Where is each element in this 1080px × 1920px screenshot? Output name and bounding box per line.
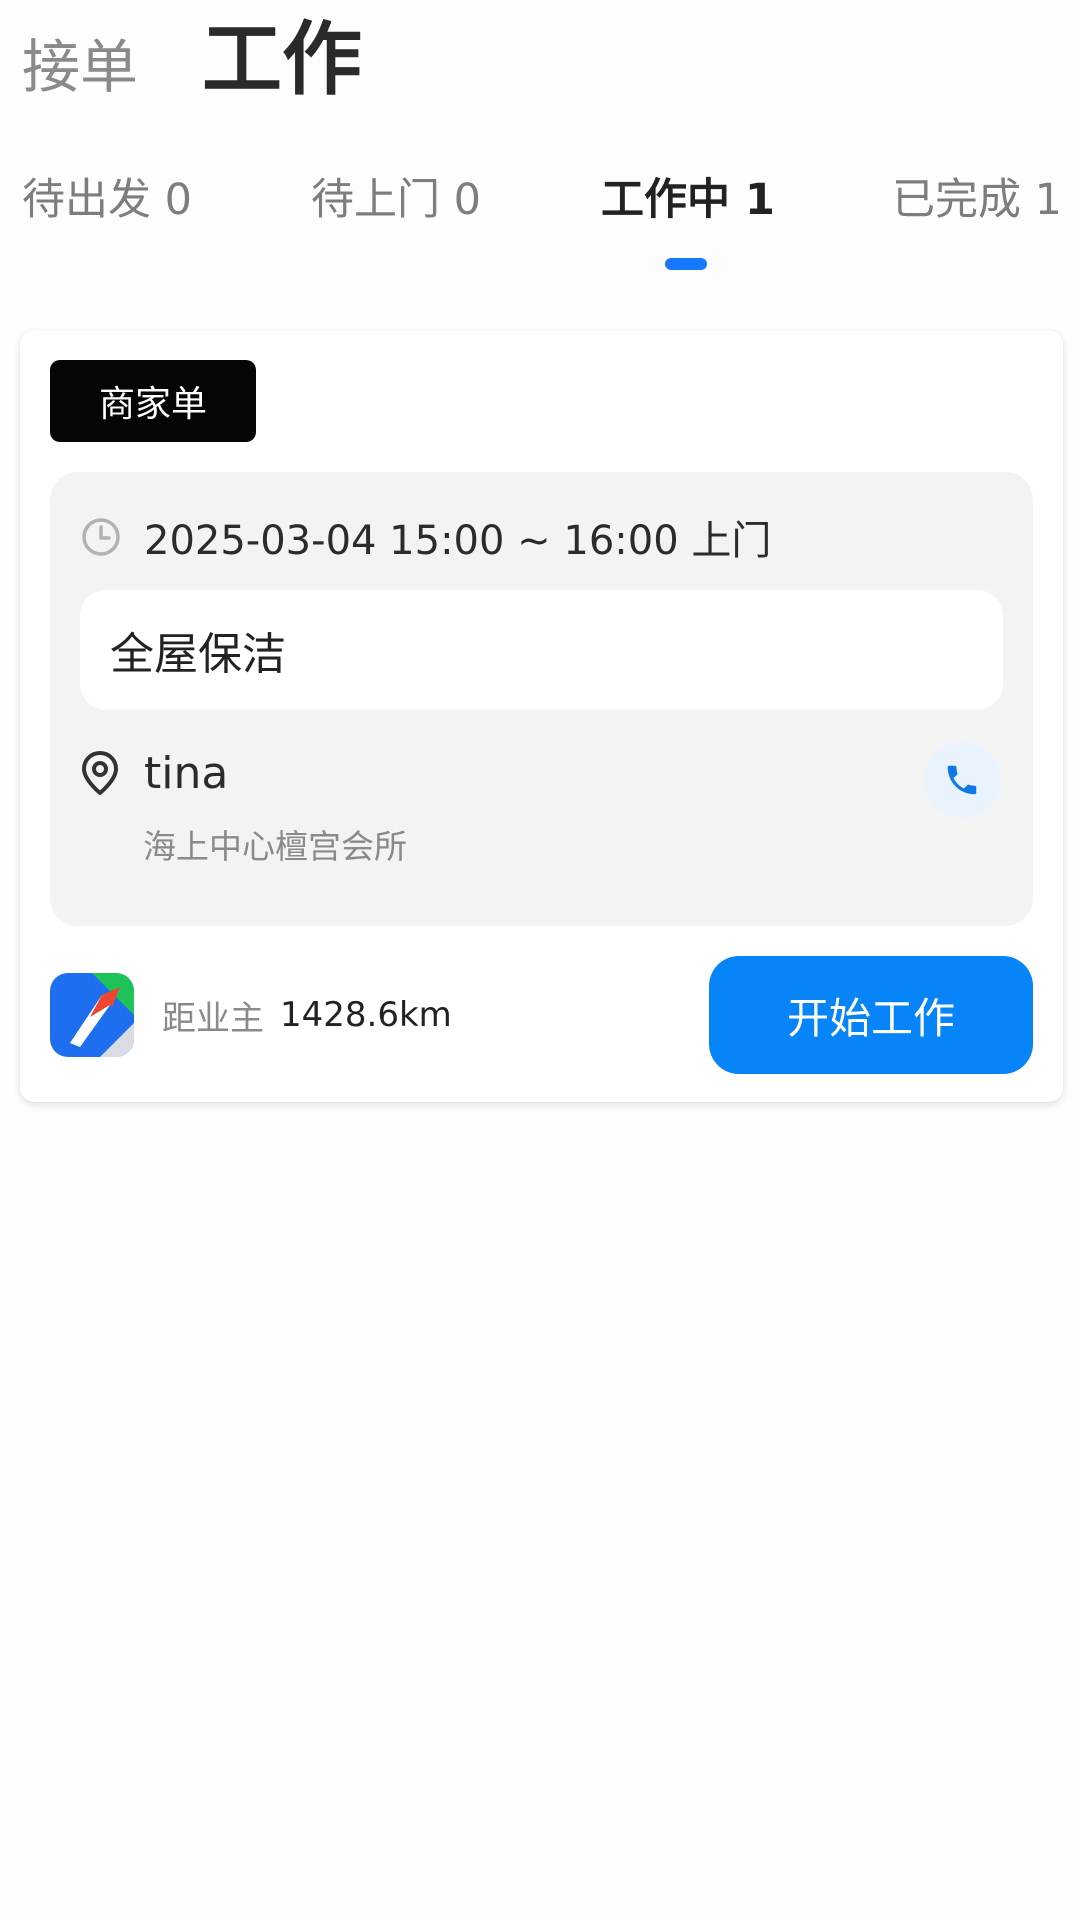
distance-row: 距业主 1428.6km	[162, 985, 452, 1045]
phone-icon	[943, 761, 981, 799]
top-tab-bar: 接单 工作	[22, 12, 426, 115]
order-card[interactable]: 商家单 2025-03-04 15:00 ~ 16:00 上门 全屋保洁 tin…	[20, 330, 1063, 1102]
status-tab-bar: 待出发 0 待上门 0 工作中 1 已完成 1	[0, 162, 1080, 282]
tab-pending-departure[interactable]: 待出发 0	[22, 162, 192, 238]
top-tab-gongzuo[interactable]: 工作	[202, 12, 362, 108]
customer-name: tina	[144, 747, 229, 799]
service-box: 全屋保洁	[80, 590, 1003, 710]
location-pin-icon	[80, 750, 120, 796]
appointment-time: 2025-03-04 15:00 ~ 16:00 上门	[144, 518, 772, 564]
distance-value: 1428.6km	[280, 995, 452, 1035]
service-name: 全屋保洁	[110, 629, 286, 680]
call-customer-button[interactable]	[924, 742, 1000, 818]
top-tab-jiedan[interactable]: 接单	[22, 19, 138, 115]
tab-pending-arrival[interactable]: 待上门 0	[311, 162, 481, 238]
tab-completed[interactable]: 已完成 1	[892, 162, 1062, 238]
distance-label: 距业主	[162, 998, 264, 1039]
customer-address: 海上中心檀宫会所	[143, 827, 407, 866]
order-detail-panel: 2025-03-04 15:00 ~ 16:00 上门 全屋保洁 tina 海上…	[50, 472, 1033, 926]
clock-icon	[80, 516, 122, 558]
appointment-time-row: 2025-03-04 15:00 ~ 16:00 上门	[80, 502, 771, 572]
active-tab-indicator	[665, 258, 707, 270]
customer-row: tina	[80, 738, 228, 808]
tab-working[interactable]: 工作中 1	[601, 162, 775, 238]
order-type-badge: 商家单	[50, 360, 256, 442]
navigation-app-icon[interactable]	[50, 973, 134, 1057]
start-work-button[interactable]: 开始工作	[709, 956, 1033, 1074]
